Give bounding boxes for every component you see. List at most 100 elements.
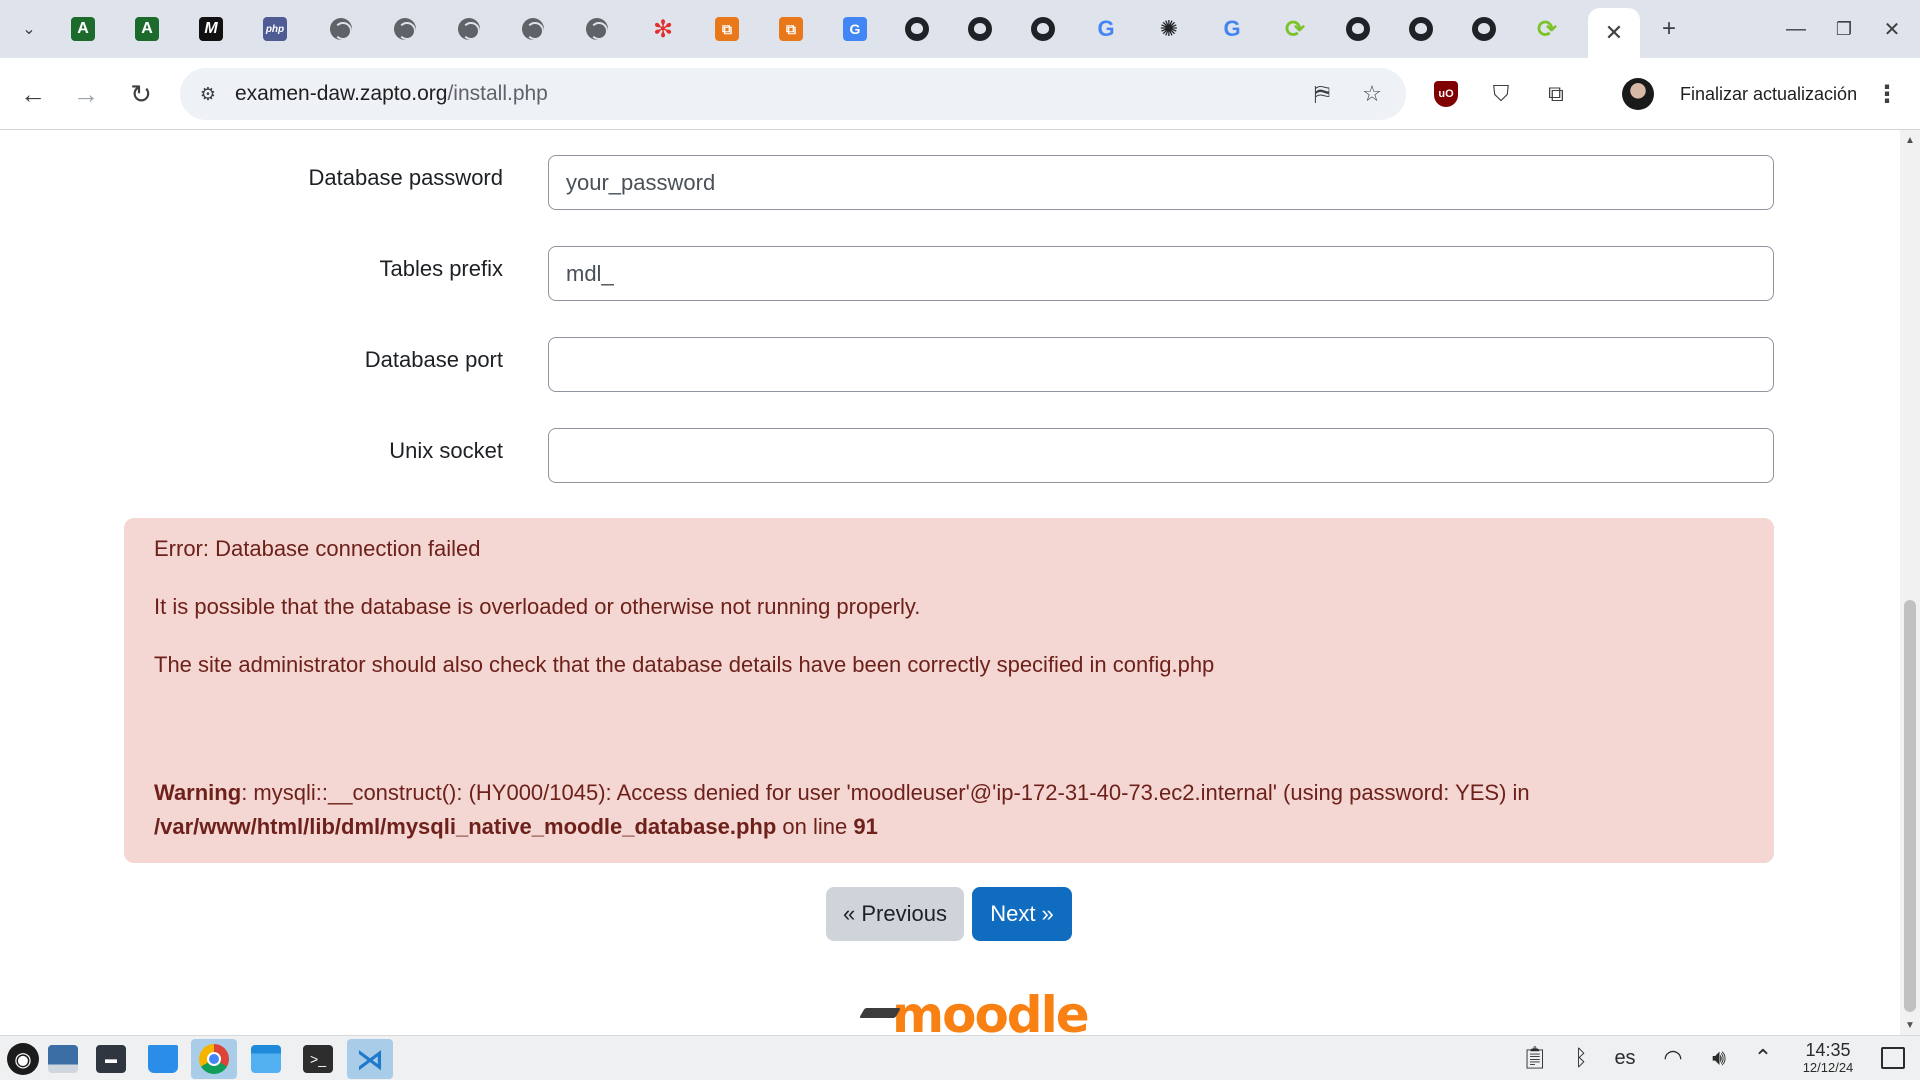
finish-update-button[interactable]: Finalizar actualización [1680,74,1857,114]
aws-icon: ⧉ [715,17,739,41]
close-window-icon[interactable]: ✕ [1872,12,1912,46]
tab-github-4[interactable] [1343,14,1373,44]
bookmark-star-icon[interactable]: ☆ [1356,78,1388,110]
shield-extension-icon[interactable]: ⛉ [1483,74,1519,114]
wifi-icon[interactable]: ◠ [1656,1042,1690,1074]
openai-icon: ✺ [1159,16,1179,41]
reload-icon[interactable]: ↻ [121,74,161,114]
tab-globe-1[interactable] [326,14,356,44]
keyboard-language[interactable]: es [1610,1042,1640,1074]
google-icon: G [1223,16,1241,41]
ublock-origin-icon[interactable]: uO [1428,74,1464,114]
desktop-preview-icon[interactable] [40,1039,86,1079]
tab-search-chevron-icon[interactable]: ⌄ [12,12,46,46]
translate-icon[interactable]: ⛿ [1306,78,1338,110]
tab-active[interactable]: ✕ [1588,8,1640,58]
url-path: /install.php [447,82,548,105]
db-password-label: Database password [308,165,503,190]
globe-icon [458,18,480,40]
tab-github-1[interactable] [902,14,932,44]
tab-snowflake[interactable]: ✻ [648,14,678,44]
tab-github-2[interactable] [965,14,995,44]
tab-google-translate[interactable]: G [840,14,870,44]
previous-button[interactable]: « Previous [826,887,964,941]
next-button[interactable]: Next » [972,887,1072,941]
terminal-icon[interactable]: >_ [295,1039,341,1079]
globe-icon [394,18,416,40]
db-password-input[interactable] [548,155,1774,210]
warning-line-number: 91 [853,814,878,839]
google-translate-icon: G [843,17,867,41]
chrome-taskbar-icon[interactable] [191,1039,237,1079]
taskbar-clock[interactable]: 14:35 12/12/24 [1788,1040,1868,1076]
software-store-icon[interactable] [140,1039,186,1079]
db-port-input[interactable] [548,337,1774,392]
tab-refresh-1[interactable]: ⟳ [1280,14,1310,44]
minimize-icon[interactable]: — [1776,12,1816,46]
form-row-unix-socket: Unix socket [0,428,1900,484]
page-scrollbar[interactable]: ▲ ▼ [1900,130,1920,1035]
new-tab-button[interactable]: + [1652,12,1686,46]
show-desktop-icon[interactable] [1878,1042,1908,1074]
tab-angular-2[interactable]: A [132,14,162,44]
globe-icon [330,18,352,40]
github-icon [968,17,992,41]
tab-globe-3[interactable] [454,14,484,44]
scroll-thumb[interactable] [1904,600,1916,1012]
tab-angular-1[interactable]: A [68,14,98,44]
back-arrow-icon[interactable]: ← [13,74,53,114]
tray-expand-chevron-icon[interactable]: ⌃ [1748,1042,1778,1074]
db-port-label: Database port [364,347,503,372]
clipboard-icon[interactable]: 📋︎ [1520,1042,1550,1074]
graduation-cap-icon [862,1004,898,1026]
tab-aws-1[interactable]: ⧉ [712,14,742,44]
unix-socket-input[interactable] [548,428,1774,483]
form-row-db-password: Database password [0,155,1900,211]
moodle-logo: moodle [862,986,1090,1035]
tables-prefix-input[interactable] [548,246,1774,301]
url-text[interactable]: examen-daw.zapto.org/install.php [235,82,548,106]
browser-chrome: ⌄ A A M php ✻ ⧉ ⧉ G G ✺ G ⟳ ⟳ ✕ + — ❐ ✕ … [0,0,1920,130]
tab-github-3[interactable] [1028,14,1058,44]
github-icon [1031,17,1055,41]
file-manager-icon[interactable] [243,1039,289,1079]
google-icon: G [1097,16,1115,41]
address-bar[interactable]: ⚙ examen-daw.zapto.org/install.php ⛿ ☆ [180,68,1406,120]
tab-google-1[interactable]: G [1091,14,1121,44]
tab-openai[interactable]: ✺ [1154,14,1184,44]
github-icon [1346,17,1370,41]
close-tab-icon[interactable]: ✕ [1605,20,1623,46]
extensions-puzzle-icon[interactable]: ⧉ [1538,74,1574,114]
profile-avatar[interactable] [1622,78,1654,110]
site-settings-icon[interactable]: ⚙ [194,80,222,108]
scroll-up-arrow-icon[interactable]: ▲ [1900,130,1920,150]
warning-file-path: /var/www/html/lib/dml/mysqli_native_mood… [154,814,777,839]
tab-globe-2[interactable] [390,14,420,44]
tab-github-6[interactable] [1469,14,1499,44]
forward-arrow-icon[interactable]: → [66,74,106,114]
tab-google-2[interactable]: G [1217,14,1247,44]
form-row-db-port: Database port [0,337,1900,393]
vscode-taskbar-icon[interactable]: ⋊ [347,1039,393,1079]
tab-php[interactable]: php [260,14,290,44]
page-viewport: Database password Tables prefix Database… [0,130,1900,1035]
tab-medium[interactable]: M [196,14,226,44]
tab-globe-5[interactable] [582,14,612,44]
volume-icon[interactable]: 🔊︎ [1704,1042,1734,1074]
tab-globe-4[interactable] [518,14,548,44]
tab-aws-2[interactable]: ⧉ [776,14,806,44]
bluetooth-icon[interactable]: ᛒ [1566,1042,1596,1074]
tab-github-5[interactable] [1406,14,1436,44]
system-monitor-icon[interactable]: ▬ [88,1039,134,1079]
scroll-down-arrow-icon[interactable]: ▼ [1900,1015,1920,1035]
angular-icon: A [135,17,159,41]
tab-refresh-2[interactable]: ⟳ [1532,14,1562,44]
taskbar: ◉ ▬ >_ ⋊ 📋︎ ᛒ es ◠ 🔊︎ ⌃ 14:35 12/12/24 [0,1035,1920,1080]
browser-menu-icon[interactable]: ⋮ [1872,76,1902,112]
snowflake-icon: ✻ [652,15,674,43]
restore-icon[interactable]: ❐ [1824,12,1864,46]
clock-date: 12/12/24 [1802,1060,1854,1075]
moodle-logo-text: moodle [892,986,1090,1035]
globe-icon [586,18,608,40]
error-message-overloaded: It is possible that the database is over… [154,594,921,619]
